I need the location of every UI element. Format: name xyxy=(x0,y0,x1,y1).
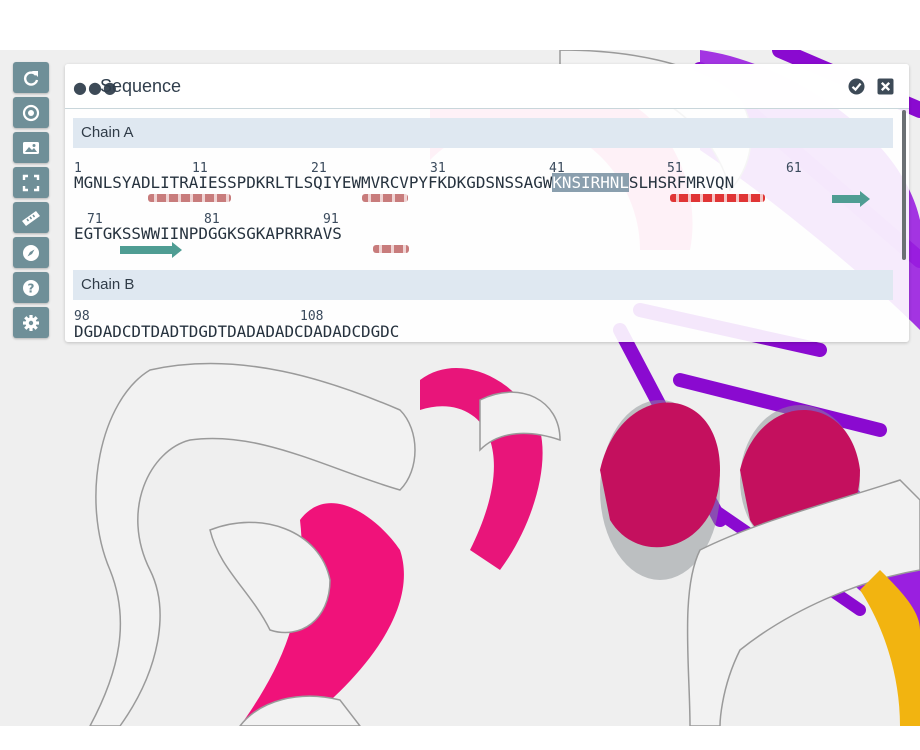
expand-icon xyxy=(22,174,40,191)
close-square-icon[interactable] xyxy=(877,78,894,95)
reset-view-button[interactable] xyxy=(13,62,49,93)
compass-icon xyxy=(23,244,39,261)
check-circle-icon[interactable] xyxy=(848,78,865,95)
selected-helix-marker xyxy=(670,194,765,202)
refresh-icon xyxy=(24,70,39,86)
viewer-toolbar: ? xyxy=(13,62,49,342)
image-icon xyxy=(23,141,39,154)
ruler-icon xyxy=(22,210,40,226)
residue-number: 61 xyxy=(786,161,802,176)
sequence-text[interactable]: SLHSRFMRVQN xyxy=(629,173,734,192)
screenshot-button[interactable] xyxy=(13,132,49,163)
focus-button[interactable] xyxy=(13,97,49,128)
chain-a-sequence-line-2[interactable]: EGTGKSSWWIINPDGGKSGKAPRRRAVS xyxy=(74,224,342,243)
fullscreen-button[interactable] xyxy=(13,167,49,198)
strand-arrow xyxy=(120,242,182,258)
sequence-text[interactable]: MGNLSYADLITRAIESSPDKRLTLSQIYEWMVRCVPYFKD… xyxy=(74,173,552,192)
strand-arrow xyxy=(832,191,870,207)
target-icon xyxy=(22,104,40,121)
chain-a-sequence-line-1[interactable]: MGNLSYADLITRAIESSPDKRLTLSQIYEWMVRCVPYFKD… xyxy=(74,173,734,192)
question-icon: ? xyxy=(23,279,39,296)
chain-a-label: Chain A xyxy=(73,118,893,148)
measure-button[interactable] xyxy=(13,202,49,233)
navigate-button[interactable] xyxy=(13,237,49,268)
panel-header: ●●● Sequence xyxy=(65,64,909,109)
selected-residues[interactable]: KNSIRHNL xyxy=(552,173,629,192)
helix-marker xyxy=(148,194,231,202)
sequence-panel: ●●● Sequence Chain A 1 11 21 31 41 51 61… xyxy=(65,64,909,342)
settings-button[interactable] xyxy=(13,307,49,338)
chain-b-sequence-line-1[interactable]: DGDADCDTDADTDGDTDADADADCDADADCDGDC xyxy=(74,322,399,341)
gear-icon xyxy=(23,314,39,331)
helix-marker xyxy=(373,245,409,253)
panel-title: Sequence xyxy=(100,76,182,96)
help-button[interactable]: ? xyxy=(13,272,49,303)
chain-b-label: Chain B xyxy=(73,270,893,300)
sequence-body: Chain A 1 11 21 31 41 51 61 MGNLSYADLITR… xyxy=(65,109,909,342)
svg-text:?: ? xyxy=(28,281,35,295)
panel-scrollbar[interactable] xyxy=(902,110,906,260)
helix-marker xyxy=(362,194,408,202)
